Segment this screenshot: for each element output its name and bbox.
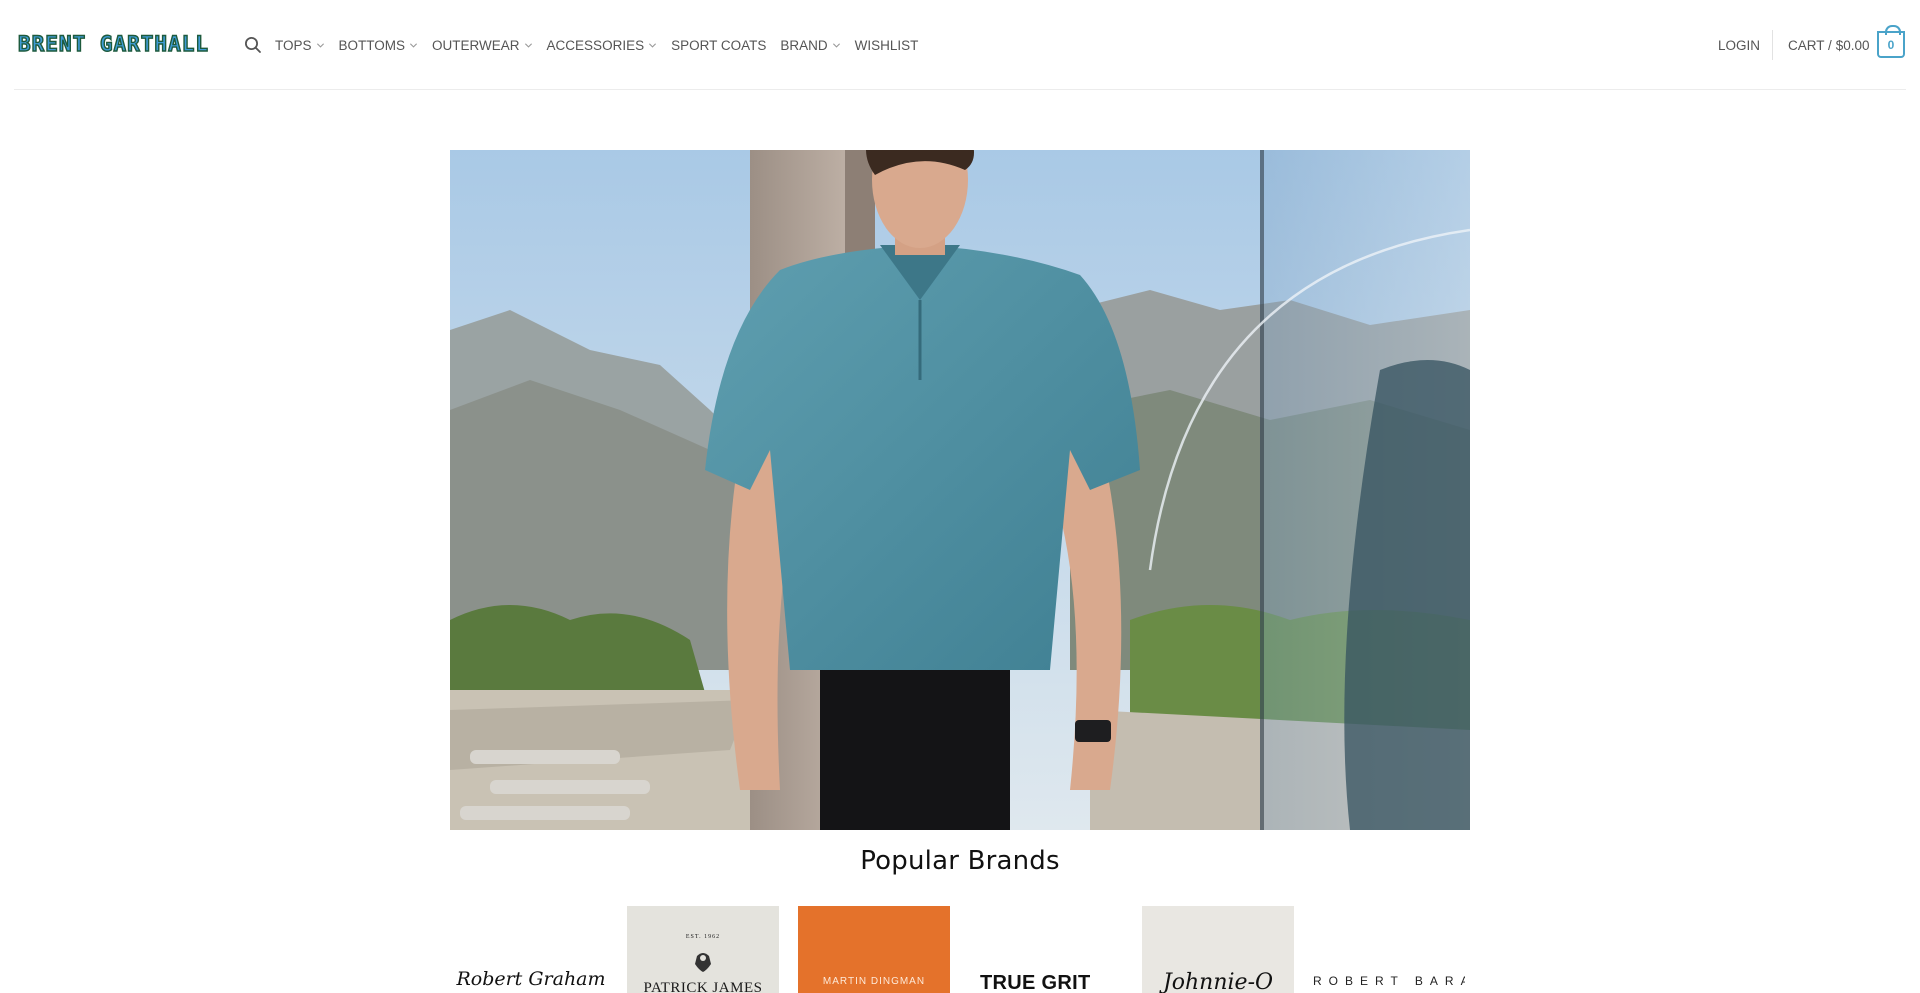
header-divider: [1772, 30, 1773, 60]
nav-item-tops[interactable]: TOPS: [275, 38, 325, 53]
brands-carousel: Robert Graham EST. 1962 PATRICK JAMES MA…: [455, 906, 1465, 993]
brand-label: ROBERT BARAKETT: [1313, 974, 1465, 988]
chevron-down-icon: [316, 42, 324, 48]
brand-label: Johnnie-O: [1162, 970, 1274, 993]
brand-label: Robert Graham: [456, 968, 606, 990]
brand-robert-graham[interactable]: Robert Graham: [455, 906, 607, 993]
hero-illustration: [450, 150, 1470, 830]
popular-brands-heading: Popular Brands: [0, 845, 1920, 876]
nav-item-outerwear[interactable]: OUTERWEAR: [432, 38, 533, 53]
cart-link[interactable]: CART / $0.00: [1788, 36, 1870, 54]
brand-robert-barakett[interactable]: ROBERT BARAKETT: [1313, 906, 1465, 993]
nav-item-label: SPORT COATS: [671, 37, 767, 53]
nav-item-label: WISHLIST: [854, 37, 919, 53]
cart-count: 0: [1887, 37, 1895, 52]
nav-item-label: OUTERWEAR: [432, 37, 520, 53]
login-link[interactable]: LOGIN: [1718, 36, 1760, 54]
nav-item-label: TOPS: [275, 37, 312, 53]
site-logo[interactable]: Brent Garthall: [17, 32, 210, 56]
brand-martin-dingman[interactable]: MARTIN DINGMAN: [798, 906, 950, 993]
logo-text: Brent Garthall: [17, 32, 210, 56]
hero-banner-image[interactable]: [450, 150, 1470, 830]
brand-johnnie-o[interactable]: Johnnie-O: [1142, 906, 1294, 993]
brand-patrick-james[interactable]: EST. 1962 PATRICK JAMES: [627, 906, 779, 993]
main-navigation: TOPS BOTTOMS OUTERWEAR ACCESSORIES SPORT…: [275, 36, 932, 54]
cart-total: $0.00: [1835, 37, 1870, 53]
nav-item-label: ACCESSORIES: [546, 37, 645, 53]
nav-item-sport-coats[interactable]: SPORT COATS: [671, 38, 766, 53]
chevron-down-icon: [524, 42, 532, 48]
login-label: LOGIN: [1718, 37, 1761, 53]
site-header: Brent Garthall TOPS BOTTOMS OUTERWEAR AC…: [0, 0, 1920, 90]
brand-label: MARTIN DINGMAN: [822, 976, 926, 987]
brand-label: PATRICK JAMES: [643, 980, 763, 993]
nav-item-label: BOTTOMS: [338, 37, 406, 53]
nav-item-wishlist[interactable]: WISHLIST: [855, 38, 919, 53]
chevron-down-icon: [832, 42, 840, 48]
brand-true-grit[interactable]: TRUE GRIT: [970, 906, 1122, 993]
nav-item-accessories[interactable]: ACCESSORIES: [547, 38, 658, 53]
section-title-text: Popular Brands: [860, 846, 1060, 876]
nav-item-label: BRAND: [780, 37, 828, 53]
nav-item-brand[interactable]: BRAND: [780, 38, 840, 53]
chevron-down-icon: [649, 42, 657, 48]
header-separator: [14, 89, 1906, 90]
search-icon[interactable]: [244, 36, 262, 54]
cart-label: CART /: [1788, 37, 1832, 53]
lion-crest-icon: [695, 953, 711, 972]
nav-item-bottoms[interactable]: BOTTOMS: [339, 38, 419, 53]
brand-badge: EST. 1962: [685, 934, 721, 940]
brand-label: TRUE GRIT: [980, 972, 1091, 993]
shopping-bag-icon[interactable]: 0: [1877, 25, 1905, 58]
chevron-down-icon: [409, 42, 418, 48]
